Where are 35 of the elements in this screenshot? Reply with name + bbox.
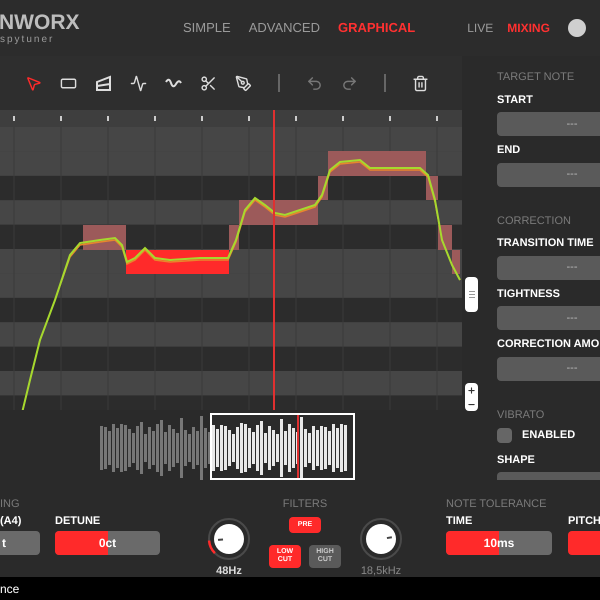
section-title: CORRECTION (497, 214, 572, 228)
field-label: (A4) (0, 514, 22, 529)
field-label: END (497, 143, 522, 158)
section-title: TARGET NOTE (497, 70, 576, 85)
mode-tab[interactable]: ADVANCED (248, 18, 320, 38)
field-label: TIGHTNESS (497, 286, 561, 302)
value-field[interactable]: --- (497, 306, 600, 330)
time-slider[interactable]: 10ms (446, 531, 552, 555)
value-field[interactable]: --- (497, 112, 600, 136)
target-tab[interactable]: LIVE (467, 19, 494, 37)
field-label: CORRECTION AMO (497, 337, 600, 352)
field-label: SHAPE (497, 452, 536, 468)
field-label: TRANSITION TIME (497, 236, 595, 251)
field-label: DETUNE (55, 514, 102, 529)
section-title: NOTE TOLERANCE (446, 497, 548, 512)
field-label: PITCH (568, 514, 600, 529)
logo-subtitle: spytuner (0, 34, 56, 44)
knob-reading: 18,5kHz (360, 564, 402, 578)
mode-tab[interactable]: GRAPHICAL (338, 18, 416, 38)
checkbox-label: ENABLED (522, 428, 576, 443)
section-title: ING (0, 497, 21, 512)
status-text: nce (0, 580, 20, 598)
field-label: START (497, 92, 534, 108)
section-title: VIBRATO (497, 408, 546, 422)
section-title: FILTERS (282, 497, 328, 512)
slider-value: 10ms (484, 535, 514, 552)
field-label: TIME (446, 514, 474, 529)
mode-tab[interactable]: SIMPLE (183, 18, 231, 38)
knob-reading: 48Hz (216, 564, 242, 578)
value-field[interactable]: --- (497, 356, 600, 380)
logo-text: NWORX (0, 12, 80, 32)
value-field[interactable]: --- (497, 256, 600, 280)
target-tab[interactable]: MIXING (507, 19, 550, 37)
value-field[interactable]: --- (497, 162, 600, 186)
tuning-field[interactable]: t (0, 531, 40, 555)
